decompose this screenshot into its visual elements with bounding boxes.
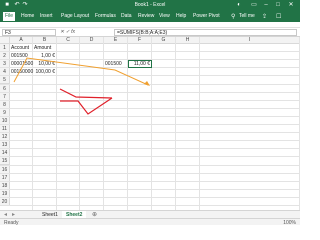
tell-me-search[interactable]: Tell me bbox=[239, 13, 255, 19]
cell-b2[interactable]: 1,00 € bbox=[34, 52, 55, 60]
cell-a3[interactable]: 00001500 bbox=[11, 60, 33, 68]
share-icon[interactable]: ⇪ bbox=[262, 13, 267, 20]
gridline bbox=[0, 132, 300, 134]
fx-icon[interactable]: ✕ ✓ fx bbox=[60, 29, 75, 35]
user-icon[interactable]: ◐ bbox=[236, 2, 242, 8]
gridline bbox=[0, 205, 300, 206]
tab-view[interactable]: View bbox=[159, 13, 170, 19]
gridline bbox=[0, 180, 300, 182]
gridline bbox=[0, 188, 300, 190]
column-header-f[interactable]: F bbox=[128, 37, 152, 44]
tab-help[interactable]: Help bbox=[176, 13, 186, 19]
tab-page-layout[interactable]: Page Layout bbox=[61, 13, 89, 19]
gridline bbox=[0, 164, 300, 166]
tab-file[interactable]: File bbox=[3, 12, 16, 21]
column-header-a[interactable]: A bbox=[10, 37, 33, 44]
spreadsheet-grid[interactable]: A B C D E F G H I 1 2 3 4 5 6 7 8 9 10 11 12 13 14 15 16 17 18 19 20… bbox=[0, 37, 300, 210]
gridline bbox=[0, 99, 300, 101]
minimize-icon[interactable]: – bbox=[262, 1, 270, 9]
gridline bbox=[0, 124, 300, 125]
gridline bbox=[0, 172, 300, 174]
sheet-tabs-bar: ◂ ▸ Sheet1 Sheet2 ⊕ bbox=[0, 210, 300, 219]
tab-home[interactable]: Home bbox=[21, 13, 34, 19]
ribbon-tabs: File Home Insert Page Layout Formulas Da… bbox=[0, 11, 300, 22]
tab-review[interactable]: Review bbox=[138, 13, 154, 19]
title-bar: ■ ↶ ↷ Book1 - Excel ◐ ▭ – □ ✕ bbox=[0, 0, 300, 11]
select-all-corner[interactable] bbox=[0, 37, 10, 44]
tab-formulas[interactable]: Formulas bbox=[95, 13, 116, 19]
cell-e3[interactable]: 001500 bbox=[105, 60, 126, 68]
cell-a1[interactable]: Account bbox=[11, 44, 31, 52]
restore-icon[interactable]: ▭ bbox=[250, 1, 258, 9]
gridline bbox=[0, 140, 300, 142]
tab-data[interactable]: Data bbox=[121, 13, 132, 19]
gridline bbox=[0, 83, 300, 85]
column-header-c[interactable]: C bbox=[57, 37, 80, 44]
cell-a2[interactable]: 001500 bbox=[11, 52, 31, 60]
cell-b4[interactable]: 100,00 € bbox=[34, 68, 55, 76]
formula-input[interactable]: =SUMIFS(B:B;A:A;E3) bbox=[114, 29, 297, 36]
lightbulb-icon[interactable]: ⚲ bbox=[231, 13, 235, 20]
name-box[interactable]: F3 bbox=[2, 29, 56, 36]
cell-b3[interactable]: 10,00 € bbox=[34, 60, 55, 68]
tab-power-pivot[interactable]: Power Pivot bbox=[193, 13, 220, 19]
zoom-level[interactable]: 100% bbox=[283, 220, 296, 226]
column-header-i[interactable]: I bbox=[200, 37, 300, 44]
gridline bbox=[0, 115, 300, 117]
column-header-e[interactable]: E bbox=[104, 37, 128, 44]
column-header-g[interactable]: G bbox=[152, 37, 176, 44]
selected-cell-border bbox=[128, 60, 152, 69]
gridline bbox=[0, 148, 300, 150]
gridline bbox=[0, 196, 300, 198]
column-header-b[interactable]: B bbox=[33, 37, 57, 44]
gridline bbox=[0, 156, 300, 158]
formula-bar: F3 ✕ ✓ fx =SUMIFS(B:B;A:A;E3) bbox=[0, 28, 300, 37]
cell-a4[interactable]: 00150000 bbox=[11, 68, 33, 76]
cell-b1[interactable]: Amount bbox=[34, 44, 55, 52]
gridline bbox=[0, 91, 300, 93]
column-header-h[interactable]: H bbox=[176, 37, 200, 44]
gridline bbox=[0, 107, 300, 109]
tab-insert[interactable]: Insert bbox=[40, 13, 53, 19]
status-bar: Ready 100% bbox=[0, 218, 300, 226]
close-icon[interactable]: ✕ bbox=[287, 1, 295, 9]
status-text: Ready bbox=[4, 220, 19, 226]
maximize-icon[interactable]: □ bbox=[274, 1, 282, 9]
column-header-d[interactable]: D bbox=[80, 37, 104, 44]
comments-icon[interactable]: ☐ bbox=[276, 13, 281, 20]
